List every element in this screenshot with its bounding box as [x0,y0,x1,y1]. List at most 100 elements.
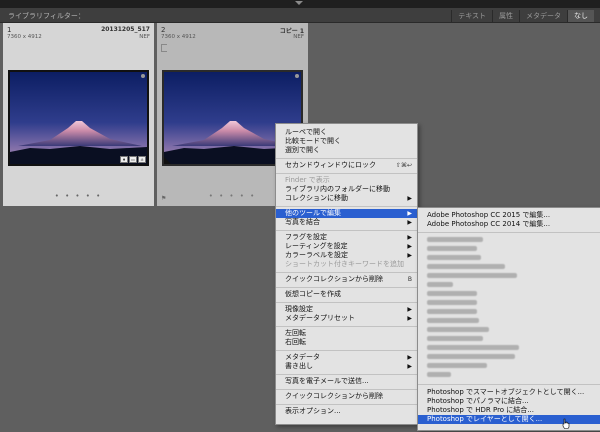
menu-item-virtual-copy[interactable]: 仮想コピーを作成 [276,290,417,299]
menu-item-remove-quick-collection-2[interactable]: クイックコレクションから削除 [276,392,417,401]
redacted-app-entry[interactable] [427,255,481,260]
menu-item-loupe[interactable]: ルーペで開く [276,128,417,137]
submenu-item-smart-object[interactable]: Photoshop でスマートオブジェクトとして開く... [418,388,600,397]
submenu-arrow-icon: ▶ [407,252,412,259]
shortcut-label: B [407,276,412,283]
hand-cursor-icon [562,418,570,429]
rating-dots[interactable]: • • • • • [3,192,154,200]
filter-options: テキスト 属性 メタデータ なし [451,10,594,22]
menu-item-shortcut-keyword: ショートカット付きキーワードを追加 [285,260,404,268]
menu-separator [276,173,417,174]
menu-item-set-flag[interactable]: フラグを設定 ▶ [276,233,417,242]
submenu-arrow-icon: ▶ [407,306,412,313]
menu-item-secondary-lock[interactable]: セカンドウィンドウにロック ⇧⌘↩ [276,161,417,170]
edit-in-submenu: Adobe Photoshop CC 2015 で編集... Adobe Pho… [417,207,600,431]
submenu-item-photoshop-2015[interactable]: Adobe Photoshop CC 2015 で編集... [418,211,600,220]
library-filter-bar: ライブラリフィルター： テキスト 属性 メタデータ なし [0,8,600,23]
menu-item-label: セカンドウィンドウにロック [285,161,376,169]
redacted-app-entry[interactable] [427,372,451,377]
menu-separator [418,232,600,233]
redacted-app-entry[interactable] [427,282,453,287]
redacted-app-entry[interactable] [427,336,483,341]
menu-separator [418,384,600,385]
redacted-app-entry[interactable] [427,327,489,332]
menu-item-label: 写真を結合 [285,218,320,226]
cell-index: 2 [161,26,166,34]
filter-option-attribute[interactable]: 属性 [492,10,519,22]
redacted-app-entry[interactable] [427,345,519,350]
menu-item-export[interactable]: 書き出し ▶ [276,362,417,371]
shortcut-label: ⇧⌘↩ [395,162,412,169]
menu-separator [276,230,417,231]
redacted-app-entry[interactable] [427,363,487,368]
menu-item-goto-folder[interactable]: ライブラリ内のフォルダーに移動 [276,185,417,194]
filter-option-none[interactable]: なし [567,10,594,22]
menu-item-remove-quick-collection[interactable]: クイックコレクションから削除 B [276,275,417,284]
flag-icon[interactable] [161,44,167,52]
menu-separator [276,287,417,288]
virtual-copy-corner-icon [164,157,171,164]
menu-separator [276,158,417,159]
submenu-arrow-icon: ▶ [407,234,412,241]
menu-item-metadata-preset[interactable]: メタデータプリセット ▶ [276,314,417,323]
submenu-item-hdr-pro[interactable]: Photoshop で HDR Pro に結合... [418,406,600,415]
submenu-item-open-as-layers[interactable]: Photoshop でレイヤーとして開く... [418,415,600,424]
filter-option-text[interactable]: テキスト [451,10,492,22]
collapse-triangle-icon[interactable] [295,1,303,5]
menu-item-label: クイックコレクションから削除 [285,275,383,283]
menu-item-merge[interactable]: 写真を結合 ▶ [276,218,417,227]
menu-item-survey[interactable]: 選別で開く [276,146,417,155]
filter-option-metadata[interactable]: メタデータ [519,10,567,22]
redacted-app-entry[interactable] [427,354,515,359]
image-dimensions: 7360 x 4912 [7,34,42,40]
file-extension: NEF [139,34,150,40]
menu-item-label: レーティングを設定 [285,242,348,250]
submenu-item-panorama[interactable]: Photoshop でパノラマに結合... [418,397,600,406]
submenu-arrow-icon: ▶ [407,315,412,322]
menu-item-show-in-finder: Finder で表示 [285,176,330,184]
menu-item-compare[interactable]: 比較モードで開く [276,137,417,146]
redacted-app-entry[interactable] [427,300,477,305]
thumbnail-image [10,72,147,164]
redacted-app-entry[interactable] [427,291,477,296]
redacted-app-entry[interactable] [427,237,483,242]
menu-item-goto-collection[interactable]: コレクションに移動 ▶ [276,194,417,203]
menu-item-set-color[interactable]: カラーラベルを設定 ▶ [276,251,417,260]
menu-item-view-options[interactable]: 表示オプション... [276,407,417,416]
menu-item-label: 他のツールで編集 [285,209,341,217]
menu-separator [276,326,417,327]
menu-separator [276,350,417,351]
menu-item-rotate-right[interactable]: 右回転 [276,338,417,347]
submenu-arrow-icon: ▶ [407,219,412,226]
quick-collection-dot-icon[interactable] [141,74,145,78]
submenu-item-photoshop-2014[interactable]: Adobe Photoshop CC 2014 で編集... [418,220,600,229]
menu-separator [276,374,417,375]
menu-item-label: 書き出し [285,362,313,370]
thumbnail-frame[interactable]: ♦ ▭ ± [8,70,149,166]
submenu-arrow-icon: ▶ [407,354,412,361]
redacted-app-entry[interactable] [427,309,477,314]
menu-item-email[interactable]: 写真を電子メールで送信... [276,377,417,386]
keyword-badge-icon[interactable]: ♦ [120,156,128,163]
redacted-app-entry[interactable] [427,273,517,278]
quick-collection-dot-icon[interactable] [295,74,299,78]
redacted-app-entry[interactable] [427,246,477,251]
grid-cell[interactable]: 1 20131205_517 7360 x 4912 NEF ♦ ▭ ± • •… [3,23,154,206]
thumbnail-badges: ♦ ▭ ± [120,156,146,163]
file-extension: NEF [293,34,304,40]
menu-item-edit-in[interactable]: 他のツールで編集 ▶ [276,209,417,218]
menu-item-develop-settings[interactable]: 現像設定 ▶ [276,305,417,314]
menu-item-rotate-left[interactable]: 左回転 [276,329,417,338]
redacted-app-entry[interactable] [427,264,505,269]
crop-badge-icon[interactable]: ▭ [129,156,137,163]
submenu-arrow-icon: ▶ [407,243,412,250]
filter-title: ライブラリフィルター： [8,12,85,20]
menu-separator [276,302,417,303]
menu-item-set-rating[interactable]: レーティングを設定 ▶ [276,242,417,251]
redacted-app-entry[interactable] [427,318,479,323]
menu-item-label: メタデータ [285,353,320,361]
menu-separator [276,272,417,273]
develop-badge-icon[interactable]: ± [138,156,146,163]
menu-item-metadata[interactable]: メタデータ ▶ [276,353,417,362]
menu-item-label: カラーラベルを設定 [285,251,348,259]
